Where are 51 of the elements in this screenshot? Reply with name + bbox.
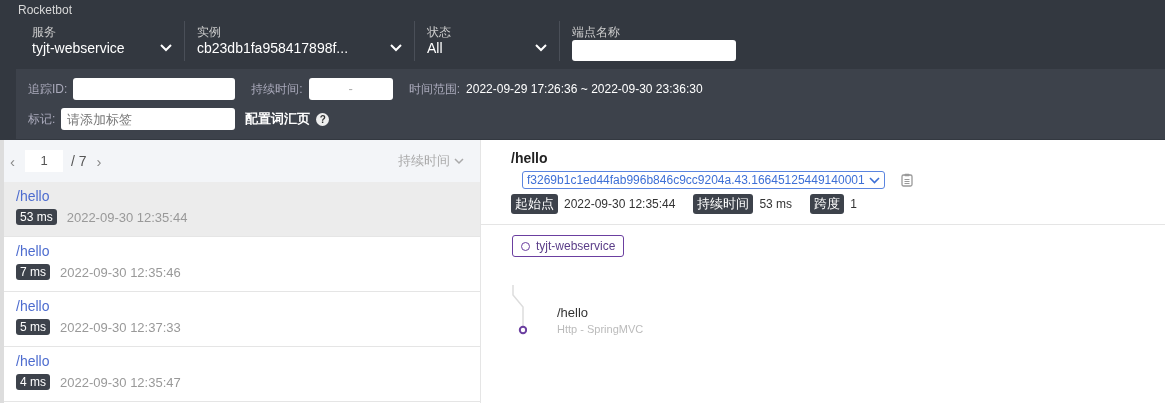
- endpoint-link[interactable]: /hello: [16, 298, 468, 314]
- meta-value: 2022-09-30 12:35:44: [564, 197, 676, 211]
- meta-value: 53 ms: [759, 197, 793, 211]
- page-total: / 7: [71, 153, 87, 169]
- trace-title: /hello: [511, 150, 549, 166]
- trace-id-field[interactable]: [73, 78, 236, 100]
- page-field[interactable]: 1: [25, 150, 63, 172]
- service-chip[interactable]: tyjt-webservice: [512, 235, 625, 257]
- filter-label: 端点名称: [572, 25, 621, 39]
- start-time: 2022-09-30 12:37:33: [60, 319, 181, 335]
- trace-item[interactable]: /hello 53 ms 2022-09-30 12:35:44: [4, 182, 480, 237]
- endpoint-link[interactable]: /hello: [16, 188, 468, 204]
- meta-value: 1: [850, 197, 857, 211]
- filter-select[interactable]: cb23db1fa958417898f...: [197, 39, 402, 57]
- tag-field[interactable]: 请添加标签: [61, 108, 236, 130]
- field-label: 追踪ID:: [28, 80, 68, 98]
- endpoint-link[interactable]: /hello: [16, 353, 468, 369]
- field-label: 时间范围:: [408, 80, 461, 98]
- start-time: 2022-09-30 12:35:44: [66, 209, 188, 225]
- duration-tag: 5 ms: [16, 319, 50, 335]
- span-tree-line: [511, 285, 527, 337]
- filter-label: 状态: [427, 25, 452, 39]
- filter-label: 实例: [197, 25, 222, 39]
- filter-select[interactable]: All: [427, 39, 547, 57]
- vocabulary-link[interactable]: 配置词汇页: [245, 110, 311, 128]
- chevron-icon: [535, 44, 547, 52]
- filter-label: 服务: [32, 25, 57, 39]
- help-icon[interactable]: ?: [316, 112, 330, 126]
- meta-label: 持续时间: [693, 194, 754, 214]
- start-time: 2022-09-30 12:35:46: [60, 264, 181, 280]
- clipboard-icon[interactable]: [900, 173, 913, 187]
- span-component: Http - SpringMVC: [557, 323, 644, 335]
- meta-label: 跨度: [810, 194, 845, 214]
- endpoint-name-field[interactable]: [572, 40, 736, 61]
- chevron-icon: [454, 157, 464, 165]
- duration-tag: 7 ms: [16, 264, 50, 280]
- field-label: 标记:: [28, 110, 56, 128]
- chevron-icon: [390, 44, 402, 52]
- brand-label: Rocketbot: [17, 2, 74, 19]
- duration-tag: 4 ms: [16, 374, 50, 390]
- field-label: 持续时间:: [251, 80, 303, 98]
- filter-select[interactable]: tyjt-webservice: [32, 39, 172, 57]
- meta-label: 起始点: [511, 194, 558, 214]
- chevron-icon: [160, 44, 172, 52]
- duration-tag: 53 ms: [16, 209, 57, 225]
- time-range-value: 2022-09-29 17:26:36 ~ 2022-09-30 23:36:30: [466, 82, 703, 96]
- trace-id-select[interactable]: f3269b1c1ed44fab996b846c9cc9204a.43.16645125449140001: [522, 171, 885, 189]
- span-name: /hello: [557, 305, 590, 320]
- endpoint-link[interactable]: /hello: [16, 243, 468, 259]
- chevron-icon: [868, 176, 880, 184]
- start-time: 2022-09-30 12:35:47: [60, 374, 181, 390]
